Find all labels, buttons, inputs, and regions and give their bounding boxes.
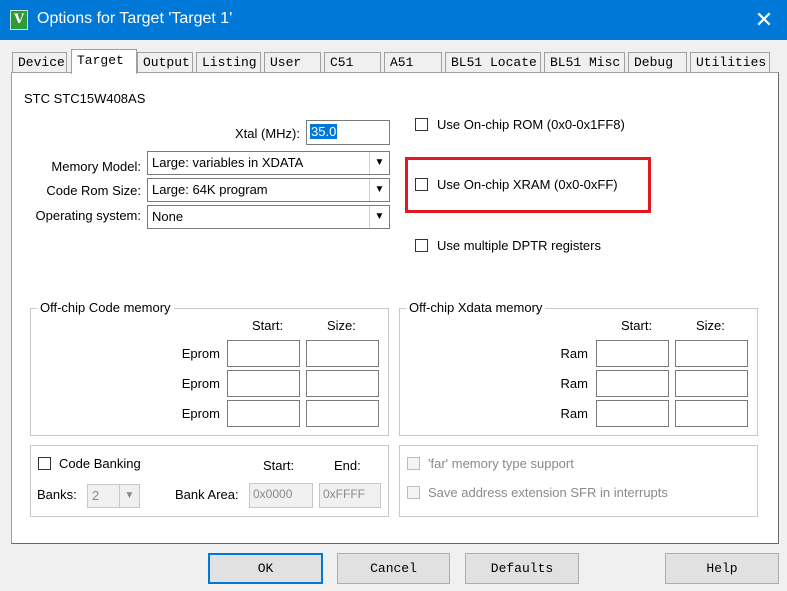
code-size-header: Size:: [327, 318, 356, 333]
xtal-label: Xtal (MHz):: [235, 126, 300, 141]
onchip-rom-checkbox[interactable]: [415, 118, 428, 131]
tab-debug[interactable]: Debug: [628, 52, 687, 73]
ram-size-input[interactable]: [675, 400, 748, 427]
eprom-label: Eprom: [181, 346, 220, 361]
tab-bl51-misc[interactable]: BL51 Misc: [544, 52, 625, 73]
eprom-start-input[interactable]: [227, 400, 300, 427]
device-name: STC STC15W408AS: [24, 91, 146, 106]
code-banking-label: Code Banking: [59, 456, 141, 471]
ram-size-input[interactable]: [675, 370, 748, 397]
xdata-size-header: Size:: [696, 318, 725, 333]
save-sfr-checkbox[interactable]: [407, 486, 420, 499]
chevron-down-icon[interactable]: ▼: [369, 206, 389, 228]
banks-value: 2: [92, 488, 100, 503]
code-start-header: Start:: [252, 318, 284, 333]
code-banking-checkbox[interactable]: [38, 457, 51, 470]
xdata-memory-title: Off-chip Xdata memory: [406, 300, 546, 315]
tab-listing[interactable]: Listing: [196, 52, 261, 73]
xdata-start-header: Start:: [621, 318, 653, 333]
bank-area-label: Bank Area:: [175, 487, 239, 502]
os-select[interactable]: None ▼: [147, 205, 390, 229]
onchip-rom-label: Use On-chip ROM (0x0-0x1FF8): [437, 117, 625, 132]
save-sfr-label: Save address extension SFR in interrupts: [428, 485, 668, 500]
memory-model-value: Large: variables in XDATA: [152, 155, 304, 170]
title-bar: V Options for Target 'Target 1' ✕: [0, 0, 787, 40]
eprom-label: Eprom: [181, 406, 220, 421]
bank-start-input[interactable]: 0x0000: [249, 483, 313, 508]
eprom-size-input[interactable]: [306, 370, 379, 397]
keil-app-icon: V: [10, 10, 28, 30]
tab-a51[interactable]: A51: [384, 52, 442, 73]
eprom-start-input[interactable]: [227, 370, 300, 397]
code-rom-label: Code Rom Size:: [46, 183, 141, 198]
tab-device[interactable]: Device: [12, 52, 67, 73]
cancel-button[interactable]: Cancel: [337, 553, 450, 584]
bank-end-input[interactable]: 0xFFFF: [319, 483, 381, 508]
os-label: Operating system:: [35, 208, 142, 223]
tab-utilities[interactable]: Utilities: [690, 52, 770, 73]
close-icon[interactable]: ✕: [741, 0, 787, 40]
tab-bl51-locate[interactable]: BL51 Locate: [445, 52, 541, 73]
ram-start-input[interactable]: [596, 400, 669, 427]
ram-size-input[interactable]: [675, 340, 748, 367]
ram-label: Ram: [560, 406, 588, 421]
multi-dptr-checkbox[interactable]: [415, 239, 428, 252]
tab-target[interactable]: Target: [71, 49, 137, 74]
help-button[interactable]: Help: [665, 553, 779, 584]
chevron-down-icon[interactable]: ▼: [369, 152, 389, 174]
code-memory-title: Off-chip Code memory: [37, 300, 174, 315]
os-value: None: [152, 209, 184, 224]
window-title: Options for Target 'Target 1': [37, 10, 233, 27]
tab-user[interactable]: User: [264, 52, 321, 73]
chevron-down-icon[interactable]: ▼: [119, 485, 139, 507]
ok-button[interactable]: OK: [208, 553, 323, 584]
banks-select[interactable]: 2 ▼: [87, 484, 140, 508]
far-memory-label: 'far' memory type support: [428, 456, 574, 471]
bank-start-header: Start:: [263, 458, 295, 473]
xtal-input[interactable]: 35.0: [306, 120, 390, 145]
ram-start-input[interactable]: [596, 370, 669, 397]
xtal-value: 35.0: [310, 124, 338, 139]
memory-model-select[interactable]: Large: variables in XDATA ▼: [147, 151, 390, 175]
eprom-size-input[interactable]: [306, 400, 379, 427]
eprom-start-input[interactable]: [227, 340, 300, 367]
bank-end-header: End:: [334, 458, 361, 473]
defaults-button[interactable]: Defaults: [465, 553, 579, 584]
eprom-size-input[interactable]: [306, 340, 379, 367]
eprom-label: Eprom: [181, 376, 220, 391]
tab-output[interactable]: Output: [137, 52, 193, 73]
chevron-down-icon[interactable]: ▼: [369, 179, 389, 201]
memory-model-label: Memory Model:: [51, 159, 141, 174]
banks-label: Banks:: [37, 487, 77, 502]
code-rom-value: Large: 64K program: [152, 182, 268, 197]
ram-label: Ram: [560, 376, 588, 391]
tab-c51[interactable]: C51: [324, 52, 381, 73]
ram-label: Ram: [560, 346, 588, 361]
code-rom-select[interactable]: Large: 64K program ▼: [147, 178, 390, 202]
ram-start-input[interactable]: [596, 340, 669, 367]
red-highlight-box: [405, 157, 651, 213]
far-memory-checkbox[interactable]: [407, 457, 420, 470]
multi-dptr-label: Use multiple DPTR registers: [437, 238, 601, 253]
